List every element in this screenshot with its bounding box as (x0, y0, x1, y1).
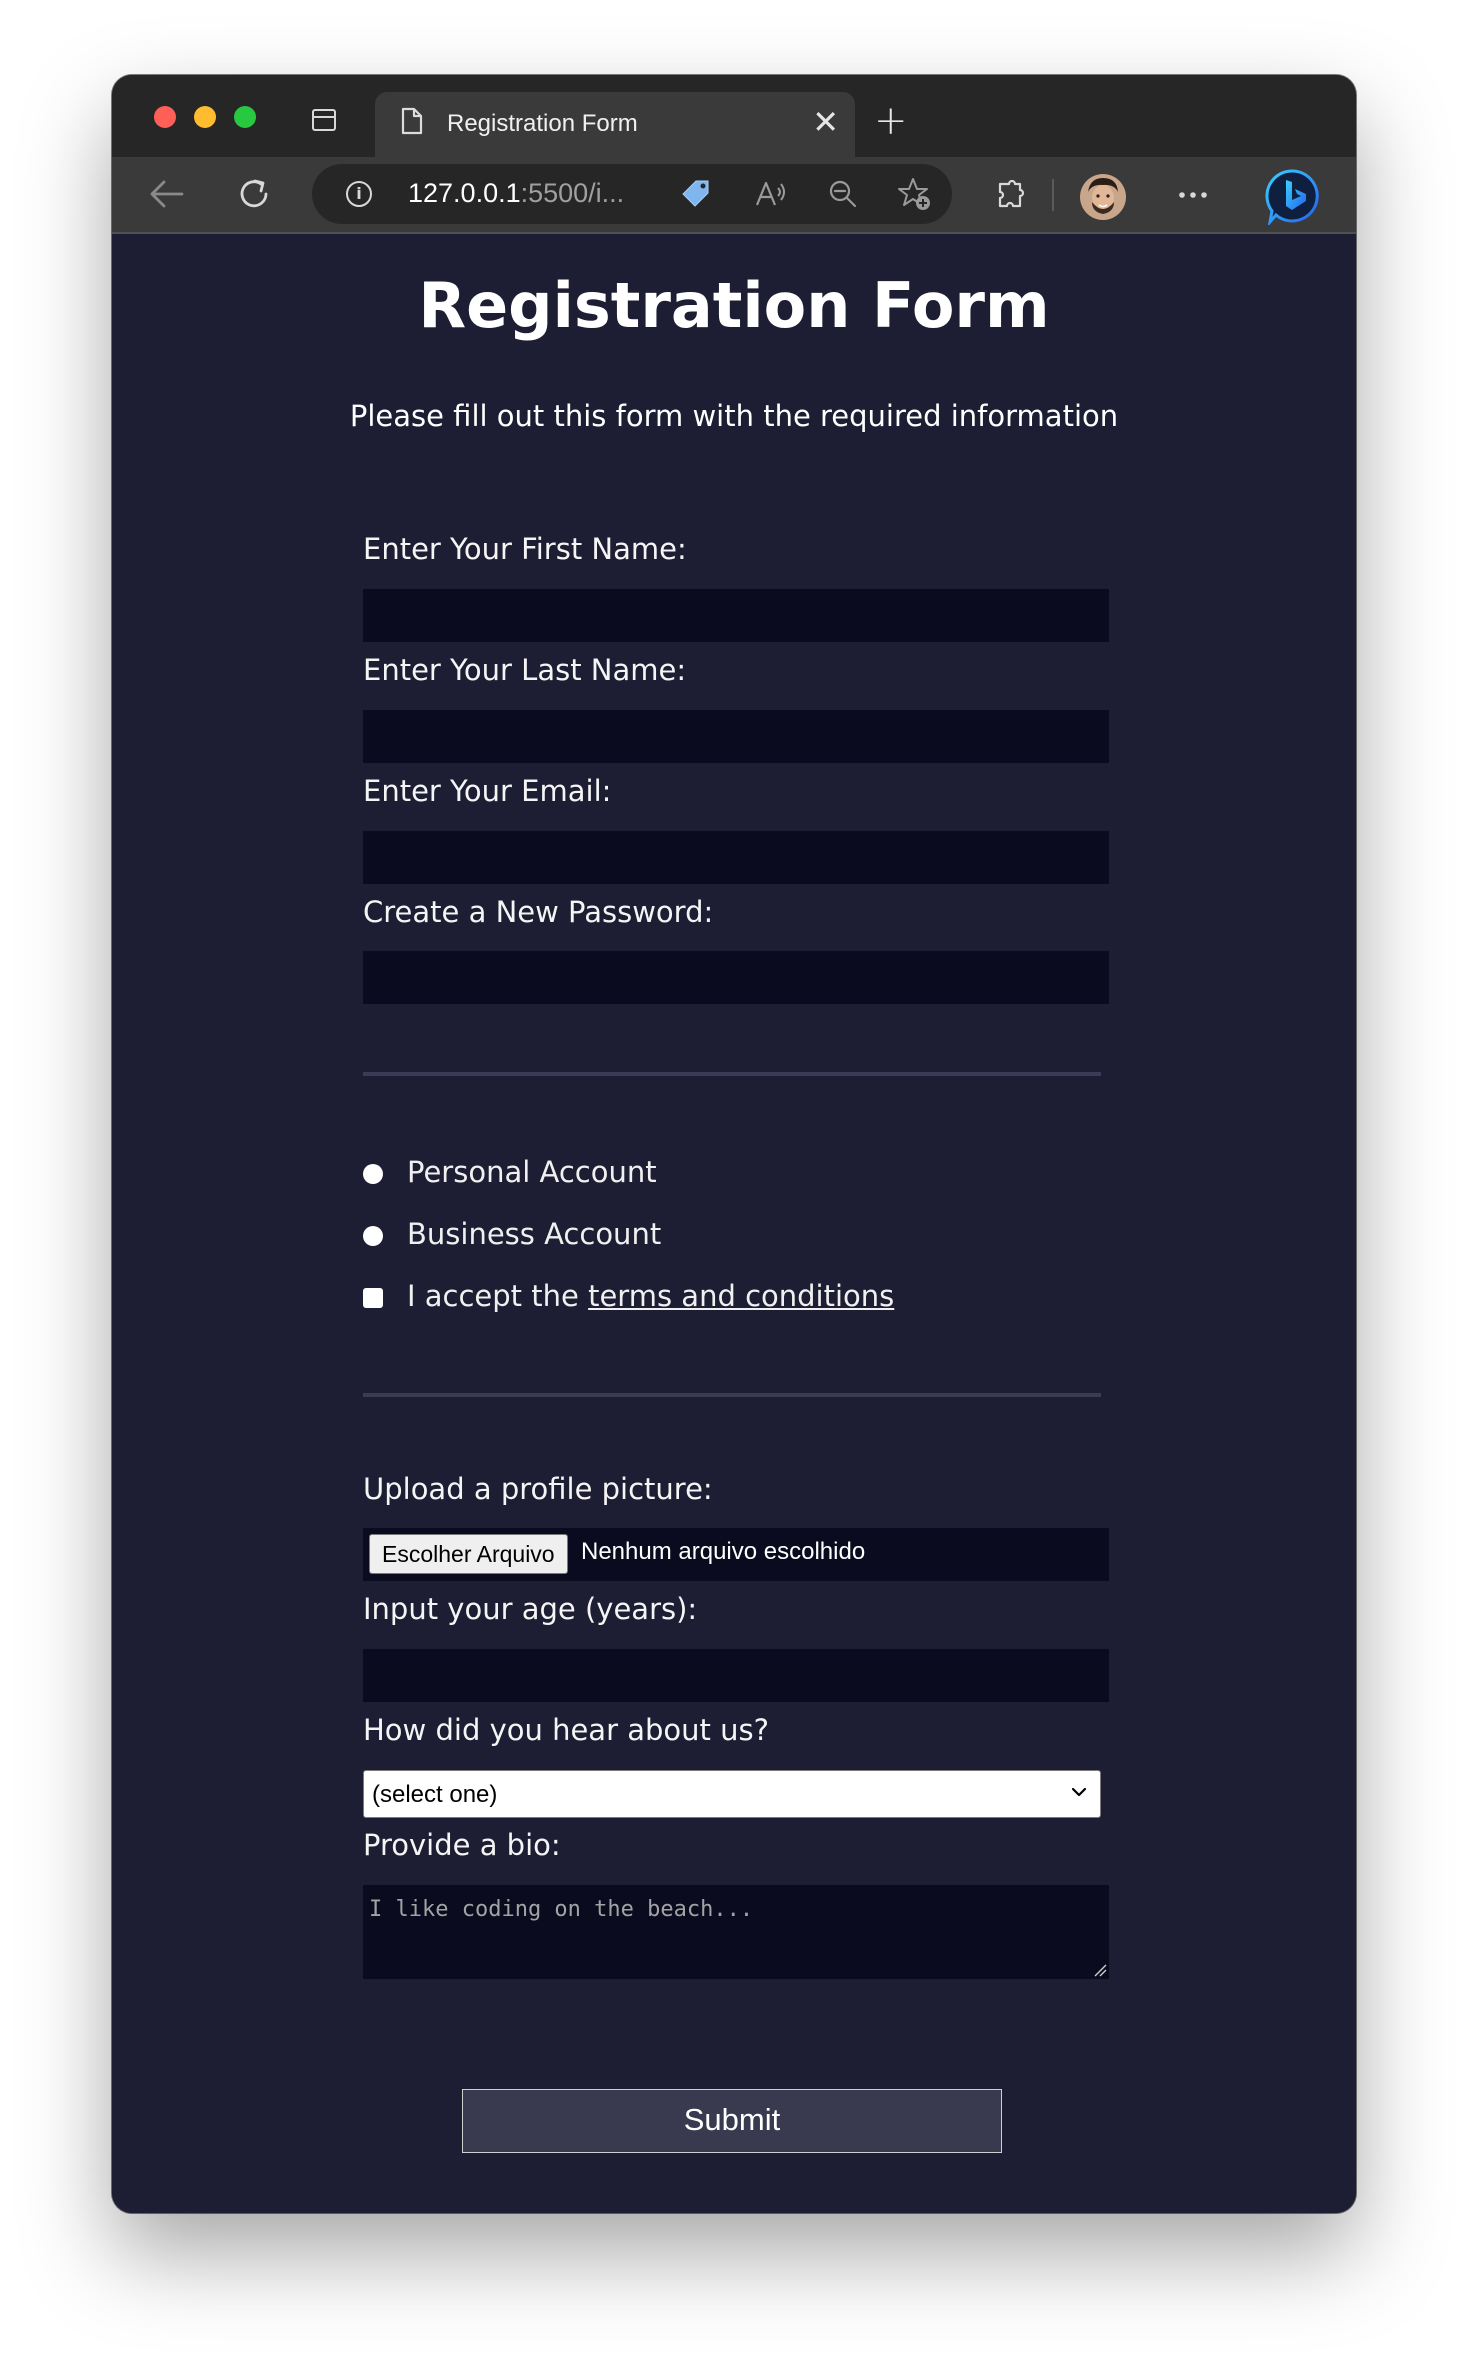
close-window-button[interactable] (154, 106, 176, 128)
maximize-window-button[interactable] (234, 106, 256, 128)
business-account-label: Business Account (407, 1217, 662, 1251)
browser-toolbar: i 127.0.0.1:5500/i... (112, 157, 1356, 234)
bio-placeholder: I like coding on the beach... (369, 1897, 754, 1922)
favorite-add-icon[interactable] (896, 176, 932, 212)
last-name-label: Enter Your Last Name: (363, 653, 687, 687)
page-title: Registration Form (418, 269, 1050, 342)
chevron-down-icon (1071, 1787, 1087, 1797)
reload-icon[interactable] (236, 176, 272, 212)
plus-icon[interactable]: + (874, 101, 908, 141)
title-bar: Registration Form ✕ + (112, 75, 1356, 157)
first-name-label: Enter Your First Name: (363, 532, 687, 566)
age-label: Input your age (years): (363, 1592, 698, 1626)
password-input[interactable] (363, 951, 1109, 1004)
profile-picture-file-input[interactable]: Escolher Arquivo Nenhum arquivo escolhid… (363, 1528, 1109, 1581)
browser-window: Registration Form ✕ + i 127.0.0.1:5500/i… (112, 75, 1356, 2213)
terms-link[interactable]: terms and conditions (588, 1279, 894, 1313)
extensions-icon[interactable] (994, 178, 1028, 212)
section-divider (363, 1072, 1101, 1076)
avatar[interactable] (1080, 174, 1126, 220)
browser-tab[interactable]: Registration Form ✕ (375, 92, 855, 157)
url-host: 127.0.0.1 (408, 178, 521, 208)
page-content: Registration Form Please fill out this f… (112, 234, 1356, 2213)
email-input[interactable] (363, 831, 1109, 884)
zoom-out-icon[interactable] (828, 179, 858, 209)
section-divider (363, 1393, 1101, 1397)
referrer-selected-value: (select one) (372, 1781, 498, 1808)
tab-title: Registration Form (447, 110, 638, 137)
more-icon[interactable] (1178, 190, 1208, 200)
toolbar-separator (1052, 179, 1054, 211)
choose-file-button[interactable]: Escolher Arquivo (369, 1534, 568, 1574)
upload-label: Upload a profile picture: (363, 1472, 713, 1506)
tabs-icon[interactable] (312, 109, 336, 131)
terms-prefix: I accept the (407, 1279, 589, 1313)
back-arrow-icon[interactable] (148, 179, 184, 209)
bing-icon[interactable] (1264, 167, 1322, 225)
minimize-window-button[interactable] (194, 106, 216, 128)
page-subtitle: Please fill out this form with the requi… (349, 399, 1119, 433)
url-path: :5500/i... (520, 178, 625, 208)
close-icon[interactable]: ✕ (812, 104, 839, 140)
tag-icon[interactable] (682, 179, 710, 207)
url-text[interactable]: 127.0.0.1:5500/i... (408, 178, 624, 209)
referrer-select[interactable]: (select one) (363, 1770, 1101, 1818)
business-account-radio[interactable] (363, 1226, 383, 1246)
terms-checkbox[interactable] (363, 1288, 383, 1308)
read-aloud-icon[interactable] (754, 178, 788, 210)
bio-label: Provide a bio: (363, 1828, 561, 1862)
first-name-input[interactable] (363, 589, 1109, 642)
bio-textarea[interactable]: I like coding on the beach... (363, 1885, 1109, 1979)
last-name-input[interactable] (363, 710, 1109, 763)
file-status: Nenhum arquivo escolhido (581, 1538, 866, 1565)
address-bar[interactable]: i 127.0.0.1:5500/i... (312, 164, 952, 224)
resize-handle-icon[interactable] (1093, 1963, 1107, 1977)
submit-button[interactable]: Submit (462, 2089, 1002, 2153)
referrer-label: How did you hear about us? (363, 1713, 769, 1747)
personal-account-radio[interactable] (363, 1164, 383, 1184)
document-icon (401, 107, 423, 135)
personal-account-label: Personal Account (407, 1155, 657, 1189)
age-input[interactable] (363, 1649, 1109, 1702)
password-label: Create a New Password: (363, 895, 714, 929)
terms-label: I accept the terms and conditions (407, 1279, 894, 1313)
email-label: Enter Your Email: (363, 774, 612, 808)
info-icon[interactable]: i (346, 181, 372, 207)
